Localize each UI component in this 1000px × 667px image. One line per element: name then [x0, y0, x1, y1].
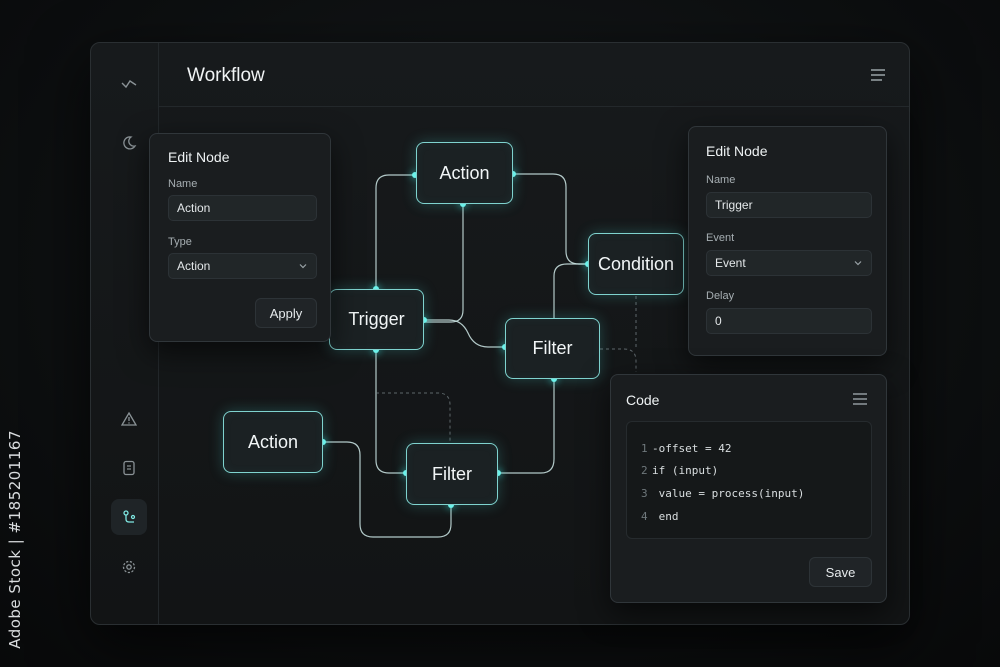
- edit-node-panel-right: Edit Node Name Trigger Event Event Delay…: [688, 126, 887, 356]
- stock-id-watermark: Adobe Stock | #185201167: [6, 430, 24, 649]
- name-field[interactable]: Action: [168, 195, 317, 221]
- moon-icon[interactable]: [111, 125, 147, 161]
- save-button[interactable]: Save: [809, 557, 872, 587]
- node-condition[interactable]: Condition: [588, 233, 684, 295]
- panel-title: Edit Node: [168, 149, 230, 165]
- code-panel: Code 1 -offset = 42 2 if (input) 3 value =…: [610, 374, 887, 603]
- menu-icon[interactable]: [852, 392, 868, 406]
- code-panel-title: Code: [626, 392, 660, 408]
- event-select[interactable]: Event: [706, 250, 872, 276]
- name-field[interactable]: Trigger: [706, 192, 872, 218]
- code-line: 2 if (input): [641, 464, 719, 477]
- code-line: 3 value = process(input): [641, 487, 805, 500]
- page-title: Workflow: [187, 65, 265, 86]
- type-select-value: Action: [177, 259, 211, 273]
- type-select[interactable]: Action: [168, 253, 317, 279]
- node-action-left[interactable]: Action: [223, 411, 323, 473]
- name-label: Name: [706, 174, 736, 186]
- file-icon[interactable]: [111, 450, 147, 486]
- top-bar: Workflow: [159, 43, 909, 107]
- activity-icon[interactable]: [111, 65, 147, 101]
- apply-button[interactable]: Apply: [255, 298, 317, 328]
- chevron-down-icon: [299, 264, 307, 269]
- flow-icon[interactable]: [111, 499, 147, 535]
- menu-icon[interactable]: [869, 67, 887, 83]
- panel-title: Edit Node: [706, 143, 768, 159]
- node-filter-bottom[interactable]: Filter: [406, 443, 498, 505]
- warning-icon[interactable]: [111, 401, 147, 437]
- event-select-value: Event: [715, 256, 746, 270]
- code-line: 4 end: [641, 510, 679, 523]
- gear-icon[interactable]: [111, 549, 147, 585]
- name-label: Name: [168, 178, 198, 190]
- delay-label: Delay: [706, 290, 735, 302]
- edit-node-panel-left: Edit Node Name Action Type Action Apply: [149, 133, 331, 342]
- delay-field[interactable]: 0: [706, 308, 872, 334]
- node-trigger[interactable]: Trigger: [329, 289, 424, 350]
- code-editor[interactable]: 1 -offset = 42 2 if (input) 3 value = proc…: [626, 421, 872, 539]
- event-label: Event: [706, 232, 735, 244]
- node-action-top[interactable]: Action: [416, 142, 513, 204]
- chevron-down-icon: [854, 261, 862, 266]
- code-line: 1 -offset = 42: [641, 442, 732, 455]
- type-label: Type: [168, 236, 192, 248]
- node-filter-mid[interactable]: Filter: [505, 318, 600, 379]
